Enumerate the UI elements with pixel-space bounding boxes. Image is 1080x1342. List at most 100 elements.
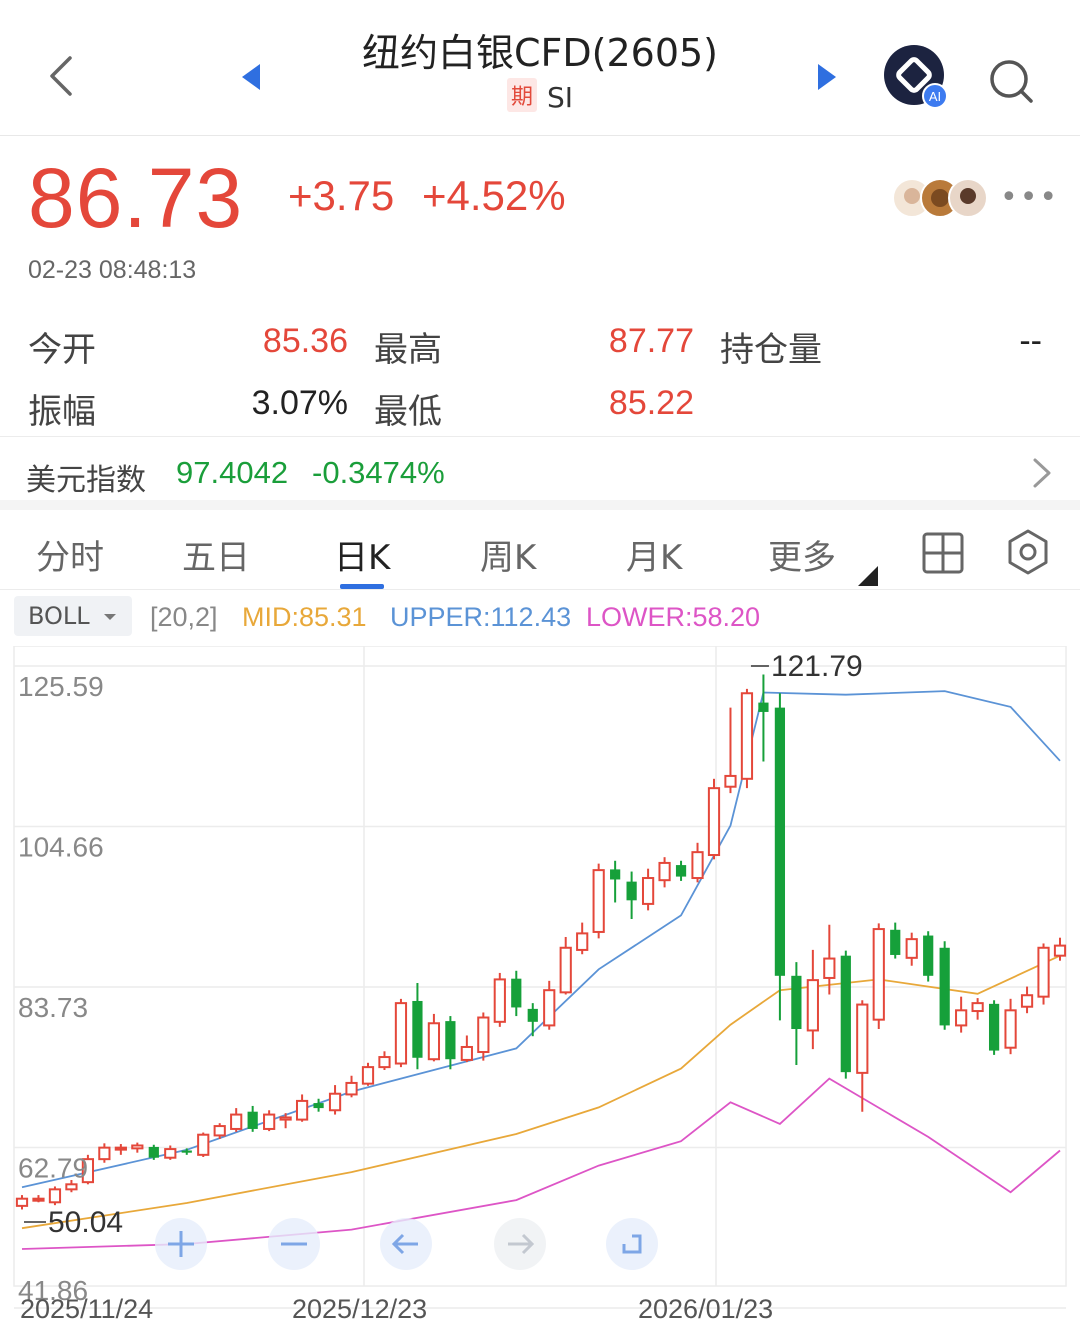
candle [32,1195,45,1203]
top-bar: 纽约白银CFD(2605) 期 SI AI [0,0,1080,136]
usd-index-row[interactable]: 美元指数 97.4042 -0.3474% [0,436,1080,510]
pan-right-button[interactable] [494,1218,546,1270]
candle [378,1051,391,1070]
zoom-out-button[interactable] [268,1218,320,1270]
period-tabs: 分时 五日 日K 周K 月K 更多 [0,518,1080,590]
more-options-icon[interactable]: ••• [1000,180,1059,215]
min-price-label: 50.04 [48,1206,123,1239]
candle [576,922,589,955]
usd-index-label: 美元指数 [26,463,146,498]
active-tab-indicator [340,584,384,589]
y-axis-label: 83.73 [18,992,88,1023]
boll-upper-line [21,690,1061,1189]
high-value: 87.77 [608,322,694,360]
boll-upper-value: UPPER:112.43 [390,602,572,632]
candle [939,941,950,1030]
symbol-code: SI [546,81,574,114]
open-interest-value: -- [1019,322,1042,360]
candle [1020,986,1034,1014]
quote-timestamp: 02-23 08:48:13 [28,256,197,284]
candle [511,970,522,1017]
settings-icon[interactable] [1004,528,1052,576]
ai-badge-label: AI [929,89,941,104]
price-change-percent: +4.52% [422,172,566,219]
candle [15,1195,29,1210]
indicator-params: [20,2] [150,602,218,632]
candle [98,1143,111,1163]
tab-monthly-k[interactable]: 月K [626,530,682,579]
candle [345,1075,358,1098]
candle [477,1012,490,1061]
tab-timeshare[interactable]: 分时 [36,530,104,579]
reset-zoom-button[interactable] [606,1218,658,1270]
prev-contract-icon[interactable] [238,62,264,92]
candle [527,1003,538,1037]
open-interest-label: 持仓量 [720,330,822,370]
tab-five-day[interactable]: 五日 [182,530,250,579]
ai-assistant-icon[interactable]: AI [884,44,950,110]
indicator-selector[interactable]: BOLL [14,596,132,636]
dropdown-arrow-icon [104,614,117,620]
price-change: +3.75 [288,172,395,219]
candle [48,1186,62,1206]
candle [774,693,786,1021]
low-value: 85.22 [608,384,694,422]
candle [445,1016,456,1070]
back-arrow-icon[interactable] [42,50,82,102]
candle [197,1132,210,1157]
candle [806,949,819,1050]
candle [247,1105,258,1132]
candle [230,1108,243,1132]
candle [840,950,851,1079]
indicator-bar: BOLL [20,2] MID:85.31 UPPER:112.43 LOWER… [0,596,1080,642]
tab-more[interactable]: 更多 [768,530,836,579]
candle [559,936,572,995]
zoom-in-button[interactable] [155,1218,207,1270]
futures-tag: 期 [506,78,537,112]
candle [543,980,556,1030]
candle [626,871,637,920]
boll-lower-value: LOWER:58.20 [586,602,761,632]
candle [955,996,968,1033]
y-axis-label: 104.66 [18,832,104,863]
tab-daily-k[interactable]: 日K [334,530,390,579]
layout-grid-icon[interactable] [920,530,966,576]
candle [313,1098,324,1112]
low-label: 最低 [374,392,442,432]
candle [263,1110,276,1132]
next-contract-icon[interactable] [814,62,840,92]
candle [114,1144,127,1155]
page-title: 纽约白银CFD(2605) [361,31,718,75]
amplitude-value: 3.07% [251,384,348,422]
candle [295,1094,309,1122]
dropdown-corner-icon [858,566,878,586]
candlestick-chart[interactable]: 125.59104.6683.7362.7941.862025/11/24 202… [0,646,1080,1342]
candle [971,998,984,1020]
candle [905,932,918,966]
discussion-avatars[interactable] [892,176,992,220]
open-value: 85.36 [262,322,348,360]
tab-weekly-k[interactable]: 周K [480,530,536,579]
candle [691,842,704,883]
candle [988,1000,1000,1055]
pan-left-button[interactable] [380,1218,432,1270]
candle [923,931,934,982]
boll-mid-value: MID:85.31 [242,602,367,632]
high-label: 最高 [374,330,442,370]
candle [412,982,423,1070]
chart-zoom-controls [155,1218,658,1270]
candle [641,868,655,911]
chevron-right-icon[interactable] [1030,456,1054,490]
candle [427,1013,441,1062]
max-price-label: 121.79 [771,650,863,683]
x-axis-label: 2025/12/23 [292,1294,427,1324]
search-icon[interactable] [984,54,1038,108]
x-axis-label: 2026/01/23 [638,1294,773,1324]
boll-mid-line [21,954,1061,1230]
candle [493,972,506,1027]
candle [1004,998,1017,1055]
usd-index-change: -0.3474% [312,455,445,490]
candle [592,863,605,939]
candle [675,860,687,881]
y-axis-label: 125.59 [18,671,104,702]
